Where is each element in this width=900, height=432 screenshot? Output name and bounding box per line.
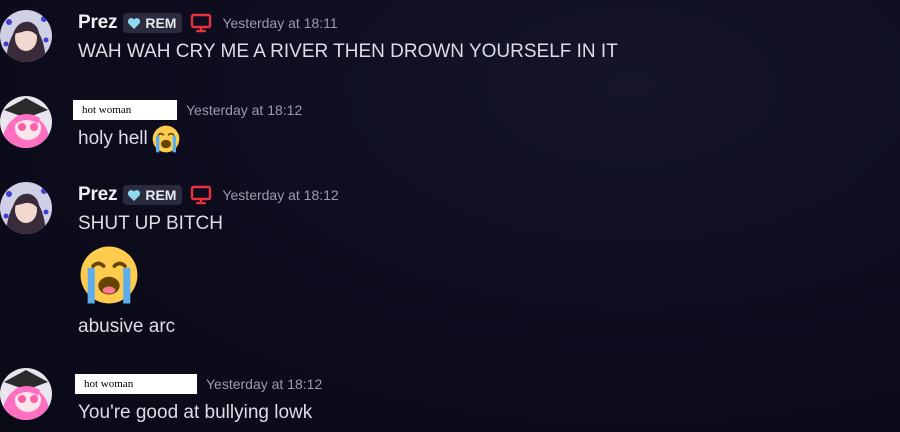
server-tag-label: REM bbox=[145, 187, 177, 203]
server-tag[interactable]: REM bbox=[123, 185, 183, 205]
heart-icon bbox=[128, 189, 141, 201]
hot-woman-avatar-image bbox=[0, 96, 52, 148]
server-tag-label: REM bbox=[145, 15, 177, 31]
timestamp[interactable]: Yesterday at 18:12 bbox=[206, 376, 322, 392]
prez-avatar-image bbox=[0, 10, 52, 62]
message-content: You're good at bullying lowk bbox=[78, 402, 313, 423]
author-name[interactable]: Prez bbox=[78, 12, 118, 34]
loudly-crying-face-icon[interactable] bbox=[76, 243, 142, 307]
timestamp[interactable]: Yesterday at 18:12 bbox=[186, 102, 302, 118]
loudly-crying-face-icon[interactable] bbox=[150, 124, 182, 154]
avatar[interactable] bbox=[0, 368, 52, 420]
heart-icon bbox=[128, 17, 141, 29]
message-followup: abusive arc bbox=[78, 316, 176, 337]
prez-avatar-image bbox=[0, 182, 52, 234]
message-content: SHUT UP BITCH bbox=[78, 213, 223, 234]
avatar[interactable] bbox=[0, 96, 52, 148]
message-content: WAH WAH CRY ME A RIVER THEN DROWN YOURSE… bbox=[78, 41, 618, 62]
author-name[interactable]: hot woman bbox=[73, 100, 177, 120]
message-content: holy hell bbox=[78, 124, 182, 154]
avatar[interactable] bbox=[0, 10, 52, 62]
avatar[interactable] bbox=[0, 182, 52, 234]
author-name[interactable]: Prez bbox=[78, 184, 118, 206]
desktop-icon bbox=[191, 13, 212, 33]
author-name[interactable]: hot woman bbox=[75, 374, 197, 394]
timestamp[interactable]: Yesterday at 18:11 bbox=[222, 15, 337, 31]
desktop-icon bbox=[191, 185, 212, 205]
timestamp[interactable]: Yesterday at 18:12 bbox=[222, 187, 338, 203]
hot-woman-avatar-image bbox=[0, 368, 52, 420]
message-text: holy hell bbox=[78, 128, 148, 149]
server-tag[interactable]: REM bbox=[123, 13, 183, 33]
